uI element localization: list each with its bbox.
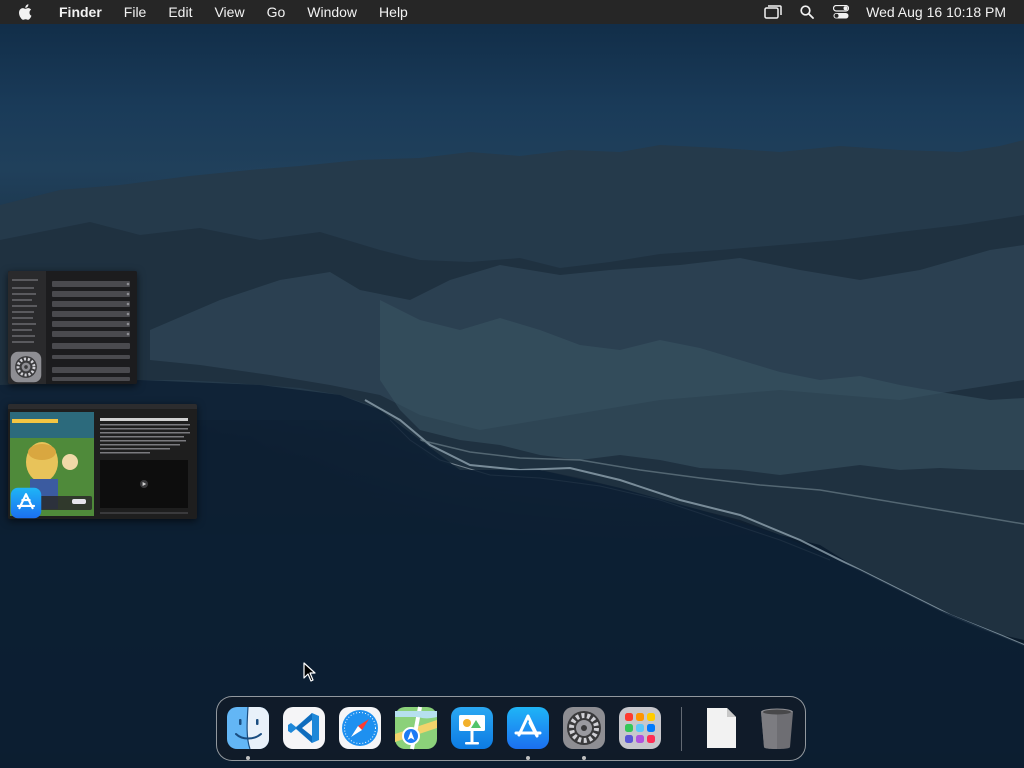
spotlight-button[interactable] — [790, 0, 824, 24]
dock-divider — [681, 707, 682, 751]
menu-help[interactable]: Help — [368, 0, 419, 24]
mouse-cursor-icon — [303, 662, 316, 682]
running-indicator-app-store — [526, 756, 530, 760]
dock-maps[interactable] — [394, 706, 438, 750]
running-indicator-finder — [246, 756, 250, 760]
running-indicator-system-preferences — [582, 756, 586, 760]
safari-compass-icon — [339, 707, 381, 749]
apple-logo-icon — [19, 4, 32, 20]
dock-vscode[interactable] — [282, 706, 326, 750]
dock-document[interactable] — [699, 706, 743, 750]
minimized-window-app-store[interactable] — [8, 404, 197, 519]
dock-keynote[interactable] — [450, 706, 494, 750]
menu-bar: Finder File Edit View Go Window Help Wed… — [0, 0, 1024, 24]
screen-mirroring-icon — [764, 5, 782, 19]
apple-menu[interactable] — [0, 0, 48, 24]
keynote-icon — [451, 707, 493, 749]
document-icon — [707, 708, 736, 748]
settings-gear-icon — [563, 707, 605, 749]
menu-file[interactable]: File — [113, 0, 158, 24]
vscode-icon — [283, 707, 325, 749]
control-center-button[interactable] — [824, 0, 858, 24]
trash-icon — [761, 708, 793, 749]
dock-finder[interactable] — [226, 706, 270, 750]
finder-icon — [227, 706, 269, 750]
menu-window[interactable]: Window — [296, 0, 368, 24]
minimized-window-system-preferences[interactable] — [8, 271, 137, 384]
dock — [216, 696, 806, 761]
menu-app-name[interactable]: Finder — [48, 0, 113, 24]
app-store-icon — [507, 707, 549, 749]
maps-icon — [395, 706, 437, 750]
app-store-icon — [10, 487, 42, 519]
dock-trash[interactable] — [755, 706, 799, 750]
menu-view[interactable]: View — [203, 0, 255, 24]
screen-mirroring-button[interactable] — [756, 0, 790, 24]
dock-safari[interactable] — [338, 706, 382, 750]
control-center-icon — [833, 5, 850, 19]
desktop-wallpaper — [0, 140, 1024, 768]
spotlight-search-icon — [800, 5, 815, 19]
dock-launchpad[interactable] — [618, 706, 662, 750]
settings-gear-icon — [10, 351, 42, 383]
menu-edit[interactable]: Edit — [157, 0, 203, 24]
dock-app-store[interactable] — [506, 706, 550, 750]
dock-system-preferences[interactable] — [562, 706, 606, 750]
menubar-clock[interactable]: Wed Aug 16 10:18 PM — [858, 4, 1006, 20]
launchpad-grid-icon — [619, 707, 661, 749]
menu-go[interactable]: Go — [256, 0, 297, 24]
